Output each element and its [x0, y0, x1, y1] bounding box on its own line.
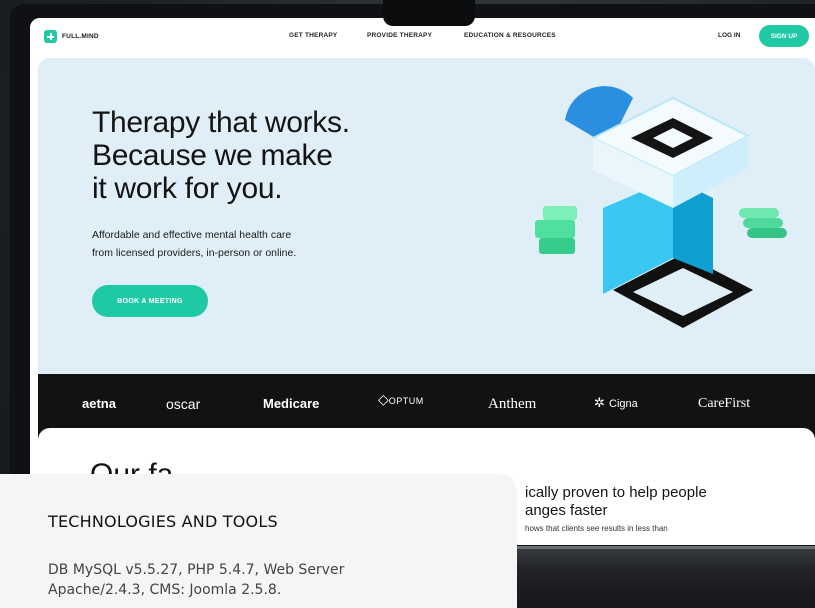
- nav-provide-therapy[interactable]: PROVIDE THERAPY: [367, 32, 432, 39]
- insurer-carefirst: CareFirst: [698, 396, 751, 411]
- optum-text: OPTUM: [388, 396, 424, 406]
- insurer-cigna: ✲ Cigna: [594, 396, 638, 411]
- nav-get-therapy[interactable]: GET THERAPY: [289, 32, 337, 39]
- hero-title: Therapy that works. Because we make it w…: [92, 106, 350, 205]
- login-link[interactable]: LOG IN: [718, 32, 740, 39]
- signup-button[interactable]: SIGN UP: [759, 25, 809, 47]
- tech-card-text: DB MySQL v5.5.27, PHP 5.4.7, Web Server …: [48, 560, 488, 600]
- tech-card-line: Apache/2.4.3, CMS: Joomla 2.5.8.: [48, 582, 282, 598]
- green-disc-3: [747, 228, 787, 238]
- green-step-1: [543, 206, 577, 220]
- website-screen: FULL.MIND GET THERAPY PROVIDE THERAPY ED…: [30, 18, 815, 545]
- insurer-medicare: Medicare: [263, 396, 320, 411]
- hero-subtitle-line: Affordable and effective mental health c…: [92, 229, 292, 241]
- logo[interactable]: FULL.MIND: [44, 30, 99, 43]
- hero-subtitle: Affordable and effective mental health c…: [92, 226, 296, 262]
- insurer-oscar: oscar: [166, 396, 201, 412]
- insurer-anthem: Anthem: [488, 396, 537, 412]
- hero-title-line: it work for you.: [92, 172, 283, 205]
- hero-3d-illustration: [535, 86, 787, 328]
- book-meeting-button[interactable]: BOOK A MEETING: [92, 285, 208, 317]
- hero-title-line: Therapy that works.: [92, 106, 350, 139]
- tech-card-title: TECHNOLOGIES AND TOOLS: [48, 512, 278, 531]
- logo-plus-icon: [44, 30, 57, 43]
- hero-subtitle-line: from licensed providers, in-person or on…: [92, 247, 297, 259]
- green-disc-2: [743, 218, 783, 228]
- green-step-3: [539, 238, 575, 254]
- green-step-2: [535, 220, 575, 238]
- insurer-aetna: aetna: [82, 396, 116, 411]
- optum-logo-icon: ◇: [378, 392, 389, 408]
- logo-text: FULL.MIND: [62, 33, 99, 40]
- cigna-tree-icon: ✲: [594, 396, 605, 411]
- tech-card-line: DB MySQL v5.5.27, PHP 5.4.7, Web Server: [48, 562, 345, 578]
- benefits-title: ically proven to help people anges faste…: [525, 484, 707, 520]
- hero-title-line: Because we make: [92, 139, 333, 172]
- benefits-text: hows that clients see results in less th…: [525, 524, 668, 533]
- green-disc-1: [739, 208, 779, 218]
- hero-section: Therapy that works. Because we make it w…: [38, 58, 815, 384]
- camera-notch: [383, 0, 475, 26]
- insurer-optum: ◇OPTUM: [378, 392, 424, 408]
- benefits-title-line: anges faster: [525, 502, 608, 519]
- cigna-text: Cigna: [609, 398, 638, 410]
- benefits-title-line: ically proven to help people: [525, 484, 707, 501]
- nav-education-resources[interactable]: EDUCATION & RESOURCES: [464, 32, 556, 39]
